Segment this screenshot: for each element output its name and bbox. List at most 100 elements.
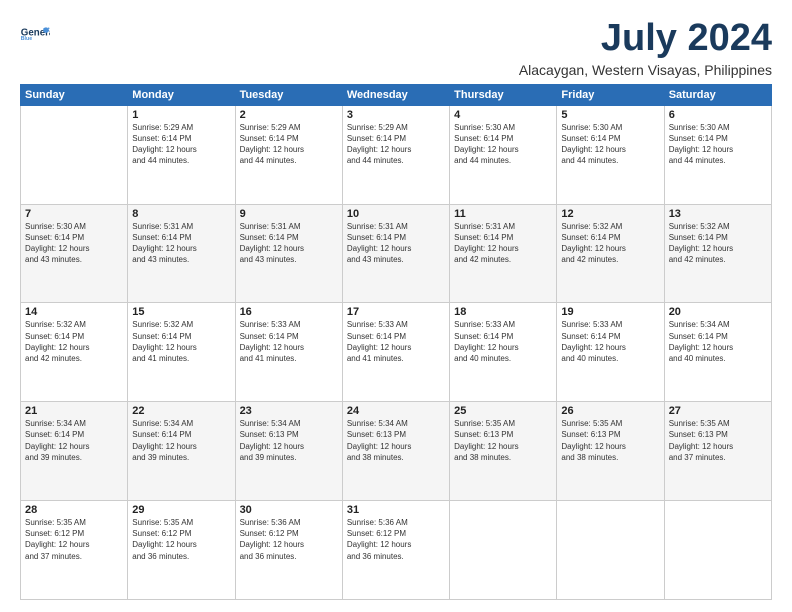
day-number: 26 bbox=[561, 405, 659, 417]
day-number: 27 bbox=[669, 405, 767, 417]
subtitle: Alacaygan, Western Visayas, Philippines bbox=[519, 62, 772, 78]
day-info: Sunrise: 5:31 AM Sunset: 6:14 PM Dayligh… bbox=[240, 221, 338, 266]
table-row: 20Sunrise: 5:34 AM Sunset: 6:14 PM Dayli… bbox=[664, 303, 771, 402]
day-number: 21 bbox=[25, 405, 123, 417]
day-number: 25 bbox=[454, 405, 552, 417]
day-info: Sunrise: 5:35 AM Sunset: 6:13 PM Dayligh… bbox=[669, 418, 767, 463]
day-number: 10 bbox=[347, 208, 445, 220]
table-row: 8Sunrise: 5:31 AM Sunset: 6:14 PM Daylig… bbox=[128, 204, 235, 303]
day-info: Sunrise: 5:33 AM Sunset: 6:14 PM Dayligh… bbox=[561, 319, 659, 364]
day-info: Sunrise: 5:29 AM Sunset: 6:14 PM Dayligh… bbox=[132, 122, 230, 167]
calendar-week-row: 21 Sunrise: 5:34 AM Sunset: 6:14 PM Dayli… bbox=[21, 402, 772, 501]
table-row: 4Sunrise: 5:30 AM Sunset: 6:14 PM Daylig… bbox=[450, 105, 557, 204]
day-info: Sunrise: 5:31 AM Sunset: 6:14 PM Dayligh… bbox=[454, 221, 552, 266]
table-row: 5Sunrise: 5:30 AM Sunset: 6:14 PM Daylig… bbox=[557, 105, 664, 204]
table-row bbox=[557, 501, 664, 600]
table-row: 28Sunrise: 5:35 AM Sunset: 6:12 PM Dayli… bbox=[21, 501, 128, 600]
header-monday: Monday bbox=[128, 84, 235, 105]
day-info: Sunrise: 5:31 AM Sunset: 6:14 PM Dayligh… bbox=[132, 221, 230, 266]
day-info: Sunrise: 5:34 AM Sunset: 6:14 PM Dayligh… bbox=[132, 418, 230, 463]
day-number: 18 bbox=[454, 306, 552, 318]
day-number: 17 bbox=[347, 306, 445, 318]
table-row: 25Sunrise: 5:35 AM Sunset: 6:13 PM Dayli… bbox=[450, 402, 557, 501]
day-info: Sunrise: 5:34 AM Sunset: 6:13 PM Dayligh… bbox=[347, 418, 445, 463]
day-number: 14 bbox=[25, 306, 123, 318]
day-number: 30 bbox=[240, 504, 338, 516]
header-wednesday: Wednesday bbox=[342, 84, 449, 105]
day-number: 7 bbox=[25, 208, 123, 220]
calendar-week-row: 1Sunrise: 5:29 AM Sunset: 6:14 PM Daylig… bbox=[21, 105, 772, 204]
main-title: July 2024 bbox=[519, 18, 772, 60]
table-row: 16Sunrise: 5:33 AM Sunset: 6:14 PM Dayli… bbox=[235, 303, 342, 402]
calendar-week-row: 14Sunrise: 5:32 AM Sunset: 6:14 PM Dayli… bbox=[21, 303, 772, 402]
table-row: 11Sunrise: 5:31 AM Sunset: 6:14 PM Dayli… bbox=[450, 204, 557, 303]
table-row: 6Sunrise: 5:30 AM Sunset: 6:14 PM Daylig… bbox=[664, 105, 771, 204]
table-row: 14Sunrise: 5:32 AM Sunset: 6:14 PM Dayli… bbox=[21, 303, 128, 402]
day-info: Sunrise: 5:32 AM Sunset: 6:14 PM Dayligh… bbox=[669, 221, 767, 266]
page: General Blue July 2024 Alacaygan, Wester… bbox=[0, 0, 792, 612]
day-info: Sunrise: 5:35 AM Sunset: 6:12 PM Dayligh… bbox=[132, 517, 230, 562]
svg-text:Blue: Blue bbox=[21, 36, 32, 42]
table-row: 2Sunrise: 5:29 AM Sunset: 6:14 PM Daylig… bbox=[235, 105, 342, 204]
day-info: Sunrise: 5:30 AM Sunset: 6:14 PM Dayligh… bbox=[561, 122, 659, 167]
day-info: Sunrise: 5:35 AM Sunset: 6:13 PM Dayligh… bbox=[454, 418, 552, 463]
table-row: 7Sunrise: 5:30 AM Sunset: 6:14 PM Daylig… bbox=[21, 204, 128, 303]
table-row bbox=[664, 501, 771, 600]
table-row: 13Sunrise: 5:32 AM Sunset: 6:14 PM Dayli… bbox=[664, 204, 771, 303]
table-row: 29Sunrise: 5:35 AM Sunset: 6:12 PM Dayli… bbox=[128, 501, 235, 600]
header-thursday: Thursday bbox=[450, 84, 557, 105]
table-row: 18Sunrise: 5:33 AM Sunset: 6:14 PM Dayli… bbox=[450, 303, 557, 402]
day-number: 28 bbox=[25, 504, 123, 516]
day-number: 15 bbox=[132, 306, 230, 318]
header-saturday: Saturday bbox=[664, 84, 771, 105]
calendar-week-row: 28Sunrise: 5:35 AM Sunset: 6:12 PM Dayli… bbox=[21, 501, 772, 600]
day-number: 31 bbox=[347, 504, 445, 516]
table-row: 21Sunrise: 5:34 AM Sunset: 6:14 PM Dayli… bbox=[21, 402, 128, 501]
day-info: Sunrise: 5:31 AM Sunset: 6:14 PM Dayligh… bbox=[347, 221, 445, 266]
day-info: Sunrise: 5:32 AM Sunset: 6:14 PM Dayligh… bbox=[561, 221, 659, 266]
day-number: 24 bbox=[347, 405, 445, 417]
day-number: 8 bbox=[132, 208, 230, 220]
table-row: 26Sunrise: 5:35 AM Sunset: 6:13 PM Dayli… bbox=[557, 402, 664, 501]
day-info: Sunrise: 5:35 AM Sunset: 6:13 PM Dayligh… bbox=[561, 418, 659, 463]
table-row: 15Sunrise: 5:32 AM Sunset: 6:14 PM Dayli… bbox=[128, 303, 235, 402]
table-row: 9Sunrise: 5:31 AM Sunset: 6:14 PM Daylig… bbox=[235, 204, 342, 303]
day-number: 22 bbox=[132, 405, 230, 417]
header-tuesday: Tuesday bbox=[235, 84, 342, 105]
header-friday: Friday bbox=[557, 84, 664, 105]
day-number: 16 bbox=[240, 306, 338, 318]
day-number: 3 bbox=[347, 109, 445, 121]
day-info: Sunrise: 5:30 AM Sunset: 6:14 PM Dayligh… bbox=[25, 221, 123, 266]
day-number: 5 bbox=[561, 109, 659, 121]
logo: General Blue bbox=[20, 18, 50, 48]
day-number: 11 bbox=[454, 208, 552, 220]
table-row: 27Sunrise: 5:35 AM Sunset: 6:13 PM Dayli… bbox=[664, 402, 771, 501]
day-info: Sunrise: 5:32 AM Sunset: 6:14 PM Dayligh… bbox=[25, 319, 123, 364]
table-row: 30Sunrise: 5:36 AM Sunset: 6:12 PM Dayli… bbox=[235, 501, 342, 600]
table-row: 12Sunrise: 5:32 AM Sunset: 6:14 PM Dayli… bbox=[557, 204, 664, 303]
day-info: Sunrise: 5:33 AM Sunset: 6:14 PM Dayligh… bbox=[240, 319, 338, 364]
day-info: Sunrise: 5:30 AM Sunset: 6:14 PM Dayligh… bbox=[454, 122, 552, 167]
header: General Blue July 2024 Alacaygan, Wester… bbox=[20, 18, 772, 78]
day-number: 13 bbox=[669, 208, 767, 220]
day-info: Sunrise: 5:33 AM Sunset: 6:14 PM Dayligh… bbox=[454, 319, 552, 364]
day-number: 9 bbox=[240, 208, 338, 220]
day-number: 12 bbox=[561, 208, 659, 220]
table-row: 10Sunrise: 5:31 AM Sunset: 6:14 PM Dayli… bbox=[342, 204, 449, 303]
day-info: Sunrise: 5:34 AM Sunset: 6:14 PM Dayligh… bbox=[669, 319, 767, 364]
table-row: 17Sunrise: 5:33 AM Sunset: 6:14 PM Dayli… bbox=[342, 303, 449, 402]
table-row: 19Sunrise: 5:33 AM Sunset: 6:14 PM Dayli… bbox=[557, 303, 664, 402]
calendar-header-row: Sunday Monday Tuesday Wednesday Thursday… bbox=[21, 84, 772, 105]
day-info: Sunrise: 5:33 AM Sunset: 6:14 PM Dayligh… bbox=[347, 319, 445, 364]
day-info: Sunrise: 5:35 AM Sunset: 6:12 PM Dayligh… bbox=[25, 517, 123, 562]
day-info: Sunrise: 5:36 AM Sunset: 6:12 PM Dayligh… bbox=[347, 517, 445, 562]
table-row: 24Sunrise: 5:34 AM Sunset: 6:13 PM Dayli… bbox=[342, 402, 449, 501]
day-number: 20 bbox=[669, 306, 767, 318]
table-row bbox=[450, 501, 557, 600]
calendar-week-row: 7Sunrise: 5:30 AM Sunset: 6:14 PM Daylig… bbox=[21, 204, 772, 303]
table-row: 23Sunrise: 5:34 AM Sunset: 6:13 PM Dayli… bbox=[235, 402, 342, 501]
day-info: Sunrise: 5:36 AM Sunset: 6:12 PM Dayligh… bbox=[240, 517, 338, 562]
day-number: 2 bbox=[240, 109, 338, 121]
table-row: 22Sunrise: 5:34 AM Sunset: 6:14 PM Dayli… bbox=[128, 402, 235, 501]
day-number: 23 bbox=[240, 405, 338, 417]
